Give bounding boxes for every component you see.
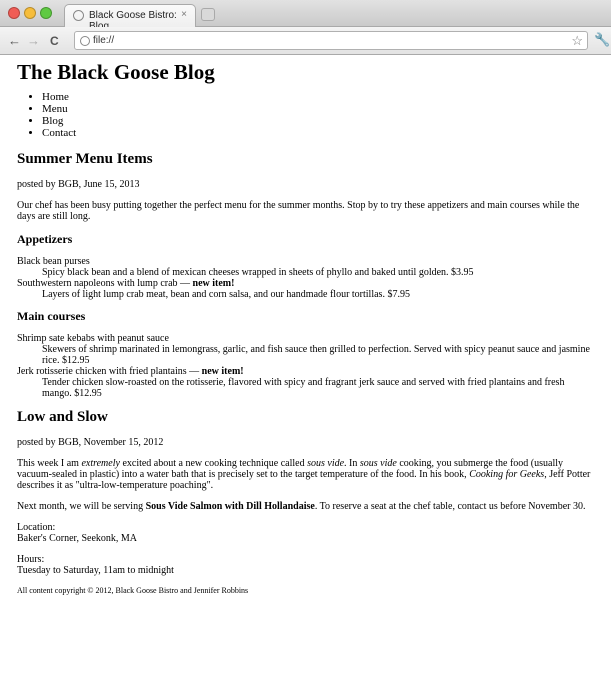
menu-item-name: Jerk rotisserie chicken with fried plant… <box>17 366 244 378</box>
nav-item-home[interactable]: Home <box>42 91 594 103</box>
forward-button[interactable]: → <box>27 33 40 48</box>
location-value: Baker's Corner, Seekonk, MA <box>17 533 137 545</box>
new-item-badge: new item! <box>201 366 244 378</box>
main-courses-heading: Main courses <box>17 309 86 324</box>
new-tab-button[interactable] <box>201 8 215 21</box>
main-nav: Home Menu Blog Contact <box>17 91 594 139</box>
page-info-icon <box>80 36 90 46</box>
zoom-window-button[interactable] <box>40 7 52 19</box>
appetizers-list: Black bean purses Spicy black bean and a… <box>17 256 594 300</box>
menu-item-name: Shrimp sate kebabs with peanut sauce <box>17 333 169 345</box>
post-intro: Our chef has been busy putting together … <box>17 200 580 223</box>
browser-window: Black Goose Bistro: Blog × ← → C file://… <box>0 0 611 676</box>
hours-label: Hours: <box>17 554 45 566</box>
nav-item-menu[interactable]: Menu <box>42 103 594 115</box>
minimize-window-button[interactable] <box>24 7 36 19</box>
tab-close-icon[interactable]: × <box>181 9 187 20</box>
page-favicon-icon <box>73 10 84 21</box>
location-label: Location: <box>17 522 56 534</box>
appetizers-heading: Appetizers <box>17 232 73 247</box>
nav-item-blog[interactable]: Blog <box>42 115 594 127</box>
menu-item-description: Tender chicken slow-roasted on the rotis… <box>42 377 565 400</box>
post-byline: posted by BGB, June 15, 2013 <box>17 179 140 191</box>
close-window-button[interactable] <box>8 7 20 19</box>
post-paragraph: This week I am extremely excited about a… <box>17 458 591 492</box>
menu-item-description: Layers of light lump crab meat, bean and… <box>42 289 410 301</box>
menu-item-name: Southwestern napoleons with lump crab — … <box>17 278 235 290</box>
tab-active[interactable]: Black Goose Bistro: Blog × <box>64 4 196 32</box>
browser-toolbar: ← → C file:// ☆ 🔧 <box>0 27 611 55</box>
post-byline: posted by BGB, November 15, 2012 <box>17 437 164 449</box>
page-title: The Black Goose Blog <box>17 60 215 84</box>
post-heading: Summer Menu Items <box>17 151 153 168</box>
url-text: file:// <box>93 35 115 46</box>
bookmark-star-icon[interactable]: ☆ <box>571 33 583 49</box>
menu-item-name: Black bean purses <box>17 256 90 268</box>
address-bar[interactable]: file:// ☆ <box>74 31 588 50</box>
nav-item-contact[interactable]: Contact <box>42 127 594 139</box>
hours-info: Hours: Tuesday to Saturday, 11am to midni… <box>17 554 594 576</box>
window-controls <box>8 7 52 19</box>
tab-strip: Black Goose Bistro: Blog × <box>0 0 611 32</box>
new-item-badge: new item! <box>192 278 235 290</box>
menu-item-description: Skewers of shrimp marinated in lemongras… <box>42 344 590 367</box>
location-info: Location: Baker's Corner, Seekonk, MA <box>17 522 594 544</box>
reload-button[interactable]: C <box>50 34 59 48</box>
post-heading: Low and Slow <box>17 409 108 426</box>
wrench-menu-icon[interactable]: 🔧 <box>594 32 610 48</box>
hours-value: Tuesday to Saturday, 11am to midnight <box>17 565 174 577</box>
page-content: The Black Goose Blog Home Menu Blog Cont… <box>0 55 611 596</box>
back-button[interactable]: ← <box>8 33 21 48</box>
post-paragraph: Next month, we will be serving Sous Vide… <box>17 501 586 513</box>
copyright-notice: All content copyright © 2012, Black Goos… <box>17 586 249 596</box>
menu-item-description: Spicy black bean and a blend of mexican … <box>42 267 474 279</box>
main-courses-list: Shrimp sate kebabs with peanut sauce Ske… <box>17 333 594 399</box>
